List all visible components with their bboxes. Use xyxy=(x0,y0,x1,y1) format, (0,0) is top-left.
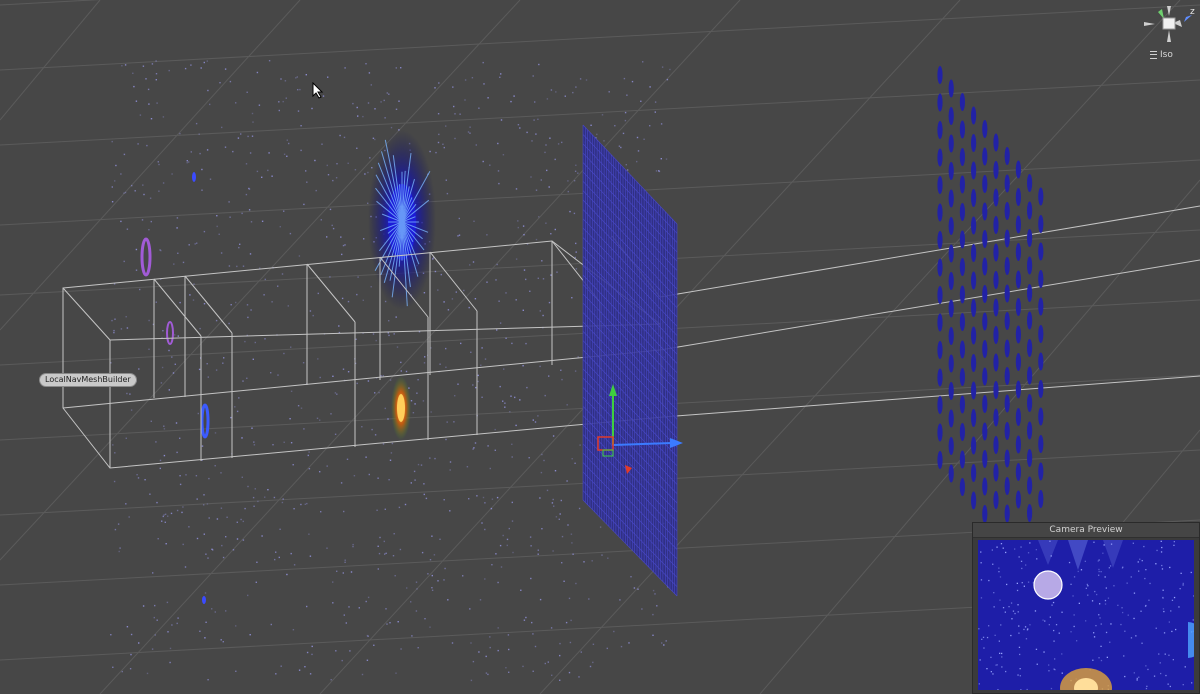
scene-view[interactable]: LocalNavMeshBuilder z Iso Camera Preview xyxy=(0,0,1200,694)
camera-preview-panel: Camera Preview xyxy=(972,522,1200,694)
menu-lines-icon xyxy=(1150,51,1157,59)
projection-label: Iso xyxy=(1160,50,1173,60)
blue-dot-particle xyxy=(192,172,196,182)
cursor-arrow-icon xyxy=(312,82,324,99)
blue-burst-effect xyxy=(368,130,436,310)
scene-orientation-gizmo-icon[interactable]: z xyxy=(1140,2,1198,46)
camera-preview-view xyxy=(978,540,1194,690)
projection-toggle[interactable]: Iso xyxy=(1150,50,1173,60)
gizmo-z-label: z xyxy=(1190,7,1195,17)
camera-preview-title: Camera Preview xyxy=(973,523,1199,538)
orange-burst-effect xyxy=(391,376,411,440)
object-label[interactable]: LocalNavMeshBuilder xyxy=(39,373,137,387)
blue-ring-particle xyxy=(200,403,210,439)
blue-dot-particle-2 xyxy=(202,596,206,604)
purple-ring-particle xyxy=(140,237,152,277)
purple-ring-particle-small xyxy=(166,321,174,345)
blue-grid-plane xyxy=(582,124,678,597)
